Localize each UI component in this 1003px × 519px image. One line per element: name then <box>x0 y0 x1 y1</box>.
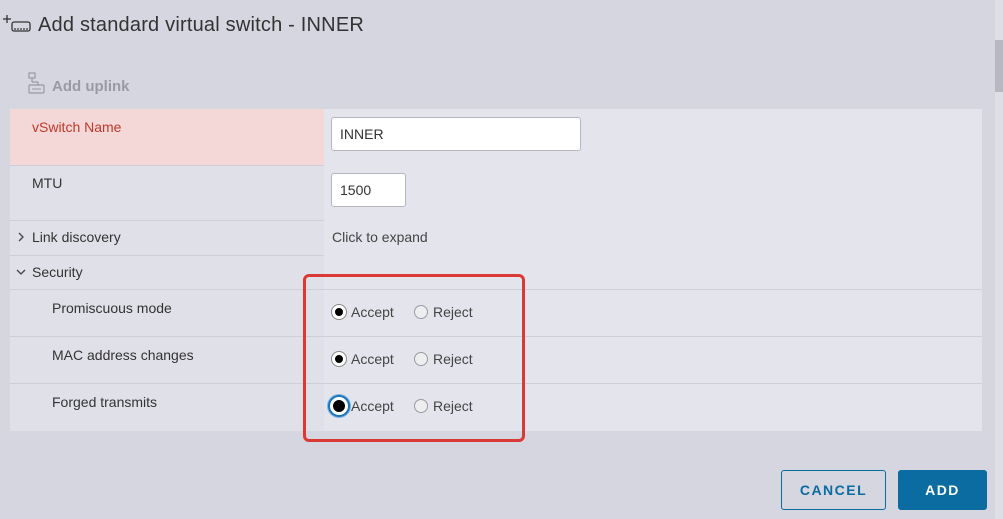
mac-address-changes-label: MAC address changes <box>52 347 194 363</box>
security-label[interactable]: Security <box>32 264 83 280</box>
forged-transmits-label: Forged transmits <box>52 394 158 410</box>
chevron-down-icon[interactable] <box>16 267 26 277</box>
cancel-button[interactable]: CANCEL <box>781 470 886 510</box>
promiscuous-mode-label: Promiscuous mode <box>52 300 172 316</box>
vswitch-name-label: vSwitch Name <box>32 119 122 135</box>
annotation-highlight-box <box>303 274 525 442</box>
scrollbar[interactable] <box>995 0 1003 519</box>
link-discovery-row[interactable]: Link discovery Click to expand <box>10 220 982 256</box>
mtu-label: MTU <box>32 175 63 191</box>
add-uplink-label: Add uplink <box>52 78 130 95</box>
vswitch-name-row: vSwitch Name INNER <box>10 109 982 166</box>
uplink-icon <box>28 72 45 94</box>
mtu-input[interactable]: 1500 <box>331 173 406 207</box>
vswitch-name-input[interactable]: INNER <box>331 117 581 151</box>
dialog-title: Add standard virtual switch - INNER <box>38 14 365 36</box>
add-switch-icon <box>3 15 31 32</box>
link-discovery-label[interactable]: Link discovery <box>32 229 121 245</box>
dialog-header: Add standard virtual switch - INNER <box>0 8 1003 44</box>
scrollbar-thumb[interactable] <box>995 40 1003 92</box>
click-to-expand-text[interactable]: Click to expand <box>332 229 428 245</box>
chevron-right-icon[interactable] <box>16 232 26 242</box>
add-button[interactable]: ADD <box>898 470 987 510</box>
mtu-row: MTU 1500 <box>10 165 982 221</box>
